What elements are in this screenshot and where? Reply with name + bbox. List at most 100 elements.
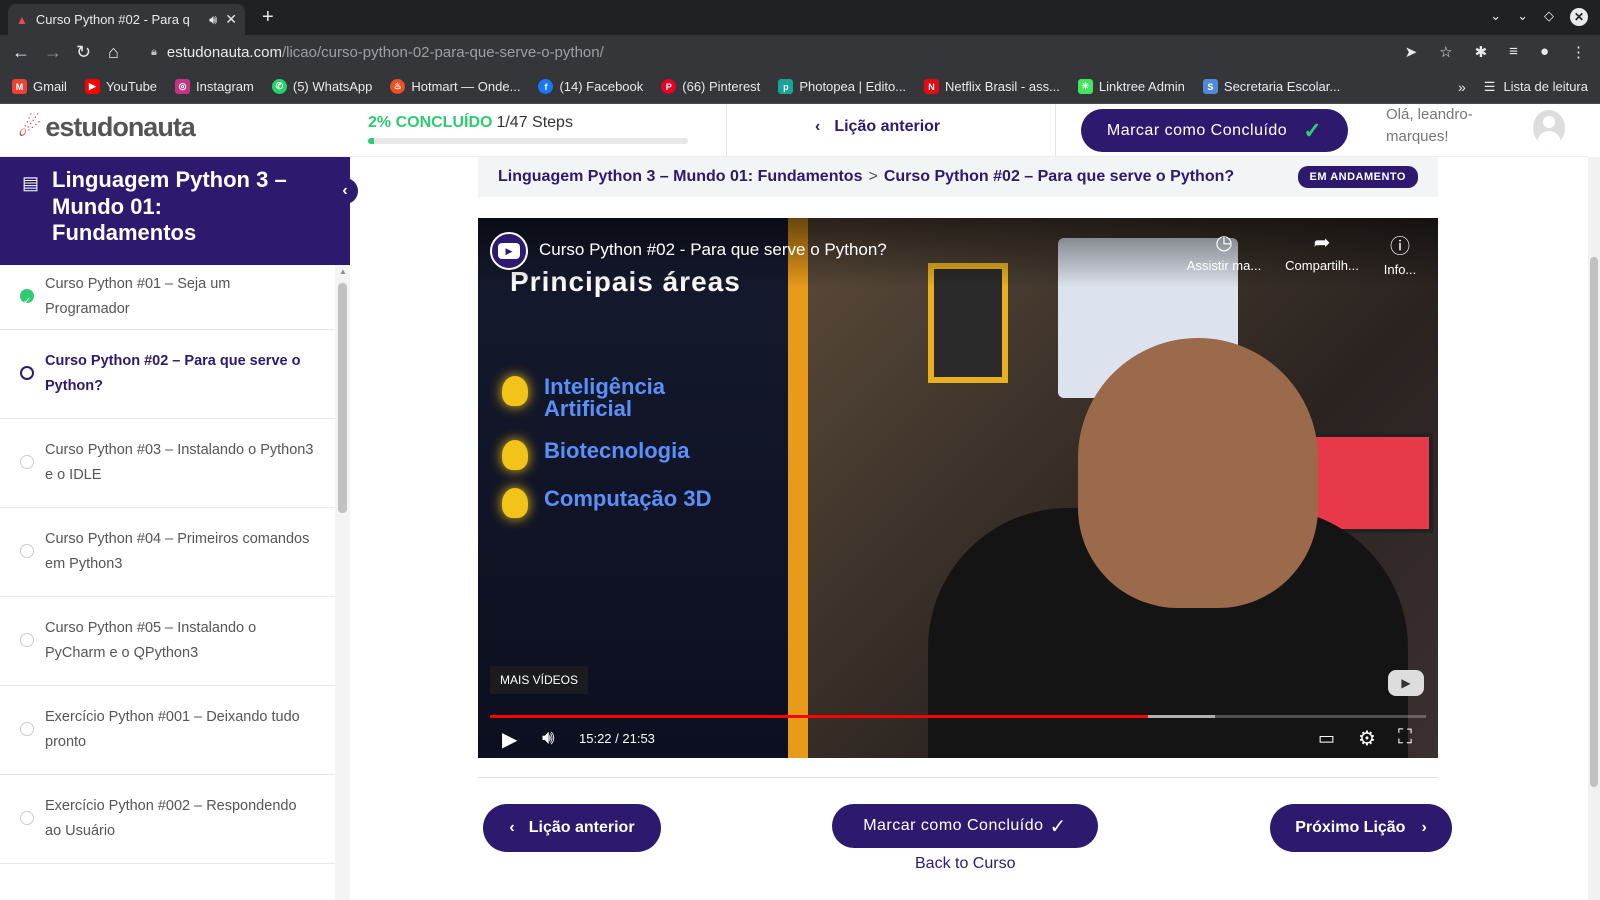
- browser-tab[interactable]: ▲ Curso Python #02 - Para q 🔊︎ ✕: [8, 4, 245, 35]
- sidebar-header: ▤ Linguagem Python 3 – Mundo 01: Fundame…: [0, 157, 350, 265]
- lightbulb-icon: [502, 488, 528, 518]
- top-mark-complete-button[interactable]: Marcar como Concluído ✓: [1081, 109, 1348, 152]
- breadcrumb-lesson[interactable]: Curso Python #02 – Para que serve o Pyth…: [884, 168, 1234, 186]
- send-icon[interactable]: ➤: [1405, 43, 1418, 61]
- page-scroll-thumb[interactable]: [1590, 257, 1598, 787]
- media-queue-icon[interactable]: ≡: [1509, 43, 1518, 61]
- tab-search-icon[interactable]: ⌄: [1490, 8, 1501, 26]
- video-player[interactable]: Principais áreas Inteligência Artificial…: [478, 218, 1438, 758]
- forward-icon[interactable]: →: [44, 42, 62, 63]
- restore-icon[interactable]: ◇: [1544, 8, 1554, 26]
- window-close-icon[interactable]: ✕: [1570, 8, 1588, 26]
- breadcrumb-course-link[interactable]: Linguagem Python 3 – Mundo 01: Fundament…: [498, 168, 862, 186]
- page-scrollbar[interactable]: [1588, 157, 1600, 900]
- bookmark-secretaria[interactable]: S Secretaria Escolar...: [1202, 79, 1340, 94]
- video-buffered: [1147, 715, 1216, 718]
- youtube-logo-icon[interactable]: ▶: [1388, 670, 1424, 696]
- bookmark-instagram[interactable]: ◎ Instagram: [175, 79, 254, 94]
- sidebar-scroll-thumb[interactable]: [338, 283, 347, 513]
- bookmarks-overflow-icon[interactable]: »: [1458, 79, 1466, 95]
- status-badge: EM ANDAMENTO: [1297, 166, 1418, 188]
- hotmart-icon: ♨: [390, 79, 406, 94]
- lock-icon[interactable]: 🔒︎: [151, 46, 157, 59]
- lesson-item[interactable]: Curso Python #04 – Primeiros comandos em…: [0, 508, 335, 597]
- address-bar[interactable]: 🔒︎ estudonauta.com/licao/curso-python-02…: [145, 39, 1405, 66]
- volume-icon[interactable]: 🔊︎: [542, 727, 555, 750]
- empty-circle-icon: [20, 455, 34, 469]
- speaker-icon[interactable]: 🔊︎: [209, 12, 217, 28]
- new-tab-icon[interactable]: +: [262, 6, 274, 29]
- video-title[interactable]: Curso Python #02 - Para que serve o Pyth…: [539, 240, 887, 260]
- slide-item: Inteligência Artificial: [502, 376, 704, 420]
- logo-text: estudonauta: [45, 112, 196, 142]
- extensions-icon[interactable]: ✱: [1475, 43, 1488, 61]
- minimize-icon[interactable]: ⌄: [1517, 8, 1528, 26]
- lesson-item[interactable]: Curso Python #03 – Instalando o Python3 …: [0, 419, 335, 508]
- tab-title: Curso Python #02 - Para q: [35, 12, 190, 27]
- bookmark-star-icon[interactable]: ☆: [1439, 43, 1452, 61]
- bookmark-photopea[interactable]: p Photopea | Edito...: [778, 79, 906, 94]
- video-progress-bar[interactable]: [490, 715, 1426, 718]
- sidebar-scrollbar[interactable]: ▲: [335, 265, 350, 900]
- bookmark-gmail[interactable]: M Gmail: [12, 79, 67, 94]
- settings-gear-icon[interactable]: ⚙: [1358, 726, 1376, 751]
- subtitles-icon[interactable]: ▭: [1318, 728, 1335, 749]
- top-prev-lesson-button[interactable]: ‹ Lição anterior: [815, 118, 940, 136]
- info-button[interactable]: ⓘ Info...: [1360, 230, 1438, 277]
- bookmark-linktree[interactable]: ✳ Linktree Admin: [1077, 79, 1185, 94]
- fullscreen-icon[interactable]: ⛶: [1398, 726, 1412, 749]
- menu-icon[interactable]: ⋮: [1571, 43, 1586, 61]
- bookmark-netflix[interactable]: N Netflix Brasil - ass...: [924, 79, 1060, 94]
- page: ☄ estudonauta 2% CONCLUÍDO 1/47 Steps ‹ L…: [0, 104, 1600, 900]
- lesson-item[interactable]: Exercício Python #001 – Deixando tudo pr…: [0, 686, 335, 775]
- user-avatar[interactable]: [1533, 110, 1565, 146]
- share-button[interactable]: ➦ Compartilh...: [1282, 230, 1362, 273]
- divider: [726, 104, 727, 157]
- prev-lesson-button[interactable]: ‹ Lição anterior: [483, 804, 661, 852]
- bookmark-hotmart[interactable]: ♨ Hotmart — Onde...: [390, 79, 520, 94]
- lesson-item[interactable]: Curso Python #01 – Seja um Programador: [0, 265, 335, 330]
- home-icon[interactable]: ⌂: [108, 42, 119, 63]
- logo[interactable]: ☄ estudonauta: [18, 112, 196, 143]
- reading-list[interactable]: ☰ Lista de leitura: [1484, 79, 1588, 95]
- breadcrumb-separator: >: [868, 168, 878, 185]
- user-greeting: Olá, leandro-marques!: [1386, 106, 1473, 145]
- profile-avatar-icon[interactable]: ●: [1540, 43, 1549, 61]
- lightbulb-icon: [502, 376, 528, 406]
- channel-avatar[interactable]: ▶: [490, 232, 528, 270]
- breadcrumb: Linguagem Python 3 – Mundo 01: Fundament…: [478, 157, 1438, 197]
- back-to-course-link[interactable]: Back to Curso: [915, 855, 1015, 873]
- lesson-item[interactable]: Exercício Python #002 – Respondendo ao U…: [0, 775, 335, 864]
- chevron-right-icon: ›: [1421, 819, 1427, 836]
- more-videos-button[interactable]: MAIS VÍDEOS: [490, 666, 589, 694]
- slide-item-label: Inteligência Artificial: [544, 374, 666, 421]
- bookmark-youtube[interactable]: ▶ YouTube: [84, 79, 157, 94]
- empty-circle-icon: [20, 811, 34, 825]
- bookmark-whatsapp[interactable]: ✆ (5) WhatsApp: [271, 79, 373, 94]
- back-icon[interactable]: ←: [12, 42, 30, 63]
- lesson-item-current[interactable]: Curso Python #02 – Para que serve o Pyth…: [0, 330, 335, 419]
- bookmark-pinterest[interactable]: P (66) Pinterest: [661, 79, 760, 94]
- lesson-label: Curso Python #04 – Primeiros comandos em…: [45, 531, 310, 572]
- progress-steps: 1/47 Steps: [496, 114, 573, 131]
- empty-circle-icon: [20, 633, 34, 647]
- reload-icon[interactable]: ↻: [76, 42, 91, 63]
- play-icon[interactable]: ▶: [502, 727, 517, 752]
- mark-complete-button[interactable]: Marcar como Concluído ✓: [832, 804, 1098, 848]
- video-presenter-head: [1078, 338, 1318, 608]
- clock-icon: ◷: [1215, 232, 1233, 254]
- tab-close-icon[interactable]: ✕: [225, 11, 237, 28]
- scroll-up-arrow-icon[interactable]: ▲: [339, 267, 347, 276]
- bookmark-facebook[interactable]: f (14) Facebook: [538, 79, 643, 94]
- reading-list-label: Lista de leitura: [1503, 79, 1588, 94]
- slide-item-label: Biotecnologia: [544, 438, 690, 463]
- mark-complete-label: Marcar como Concluído: [1106, 121, 1288, 139]
- bookmark-label: (5) WhatsApp: [292, 79, 373, 94]
- watch-later-button[interactable]: ◷ Assistir ma...: [1184, 230, 1264, 273]
- next-lesson-button[interactable]: Próximo Lição ›: [1270, 804, 1452, 852]
- watch-later-label: Assistir ma...: [1186, 258, 1262, 273]
- url-path: /licao/curso-python-02-para-que-serve-o-…: [281, 44, 604, 61]
- lesson-item[interactable]: Curso Python #05 – Instalando o PyCharm …: [0, 597, 335, 686]
- video-controls: ▶ 🔊︎ 15:22 / 21:53 ▭ ⚙ ⛶: [478, 723, 1438, 758]
- lesson-label: Curso Python #05 – Instalando o PyCharm …: [45, 620, 257, 661]
